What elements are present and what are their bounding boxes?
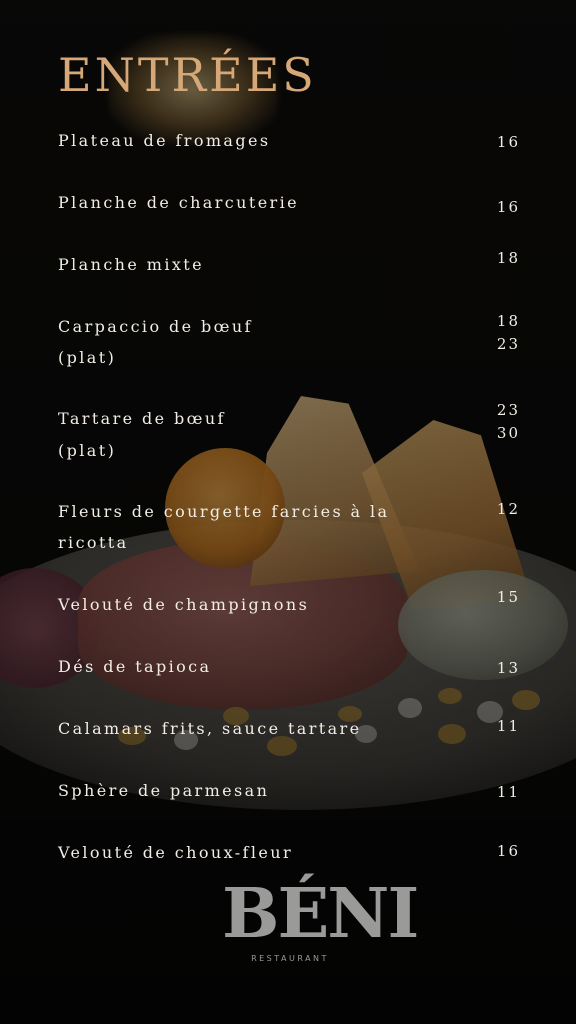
item-price-large: 30 <box>496 424 520 442</box>
item-price: 13 <box>496 659 520 677</box>
item-price: 18 <box>496 249 520 267</box>
item-name: Tartare de bœuf <box>58 409 226 428</box>
logo-wordmark: BÉNI <box>222 874 419 954</box>
item-name: Dés de tapioca <box>58 657 212 676</box>
item-name: Calamars frits, sauce tartare <box>58 719 362 738</box>
logo-tagline: RESTAURANT <box>251 954 329 963</box>
item-name: Velouté de champignons <box>58 595 310 614</box>
item-price: 16 <box>496 842 520 860</box>
item-name: Fleurs de courgette farcies à la <box>58 502 390 521</box>
item-name: Carpaccio de bœuf <box>58 317 253 336</box>
item-price: 16 <box>496 133 520 151</box>
item-name: Plateau de fromages <box>58 131 271 150</box>
item-name: Velouté de choux-fleur <box>58 843 294 862</box>
item-price: 15 <box>496 588 520 606</box>
item-note: (plat) <box>58 441 117 460</box>
item-name: Sphère de parmesan <box>58 781 270 800</box>
item-price: 16 <box>496 198 520 216</box>
item-name-cont: ricotta <box>58 533 129 552</box>
menu-list: Plateau de fromages 16 Planche de charcu… <box>0 0 576 1024</box>
restaurant-logo: BÉNI RESTAURANT <box>222 874 419 968</box>
item-name: Planche mixte <box>58 255 204 274</box>
item-price: 18 <box>496 312 520 330</box>
item-price-large: 23 <box>496 335 520 353</box>
item-price: 11 <box>496 717 520 735</box>
item-price: 11 <box>496 783 520 801</box>
item-price: 23 <box>496 401 520 419</box>
item-name: Planche de charcuterie <box>58 193 299 212</box>
item-note: (plat) <box>58 348 117 367</box>
item-price: 12 <box>496 500 520 518</box>
